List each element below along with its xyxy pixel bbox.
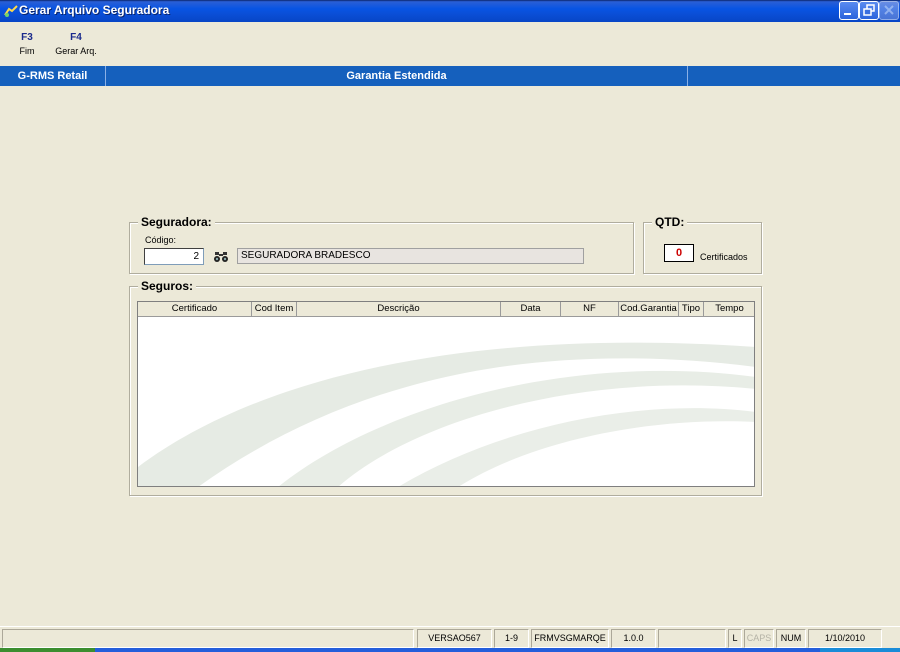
qtd-value: 0	[664, 244, 694, 262]
status-empty	[658, 629, 726, 648]
seguradora-title: Seguradora:	[138, 215, 215, 229]
column-header[interactable]: Descrição	[297, 302, 501, 317]
close-button[interactable]	[879, 1, 899, 20]
status-num: NUM	[776, 629, 806, 648]
exit-tool-button[interactable]: F3 Fim	[14, 32, 40, 56]
status-l: L	[728, 629, 742, 648]
f4-key-label: F4	[70, 32, 82, 43]
column-header[interactable]: Data	[501, 302, 561, 317]
background-watermark	[138, 342, 754, 486]
codigo-input[interactable]: 2	[144, 248, 204, 265]
window-title: Gerar Arquivo Seguradora	[19, 3, 170, 17]
qtd-group: QTD: 0 Certificados	[643, 215, 762, 274]
toolbar: F3 Fim F4 Gerar Arq.	[0, 22, 900, 66]
minimize-button[interactable]	[839, 1, 859, 20]
exit-label: Fim	[19, 46, 35, 56]
binoculars-icon	[214, 252, 228, 262]
qtd-title: QTD:	[652, 215, 688, 229]
codigo-label: Código:	[145, 235, 177, 245]
generate-file-tool-button[interactable]: F4 Gerar Arq.	[50, 32, 102, 56]
status-range: 1-9	[494, 629, 529, 648]
column-header[interactable]: Tempo	[704, 302, 754, 317]
certificados-label: Certificados	[700, 252, 748, 262]
seguros-group: Seguros: Certificado Cod Item Descrição …	[129, 279, 762, 496]
seguros-table[interactable]: Certificado Cod Item Descrição Data NF C…	[137, 301, 755, 487]
app-name: G-RMS Retail	[0, 66, 106, 86]
search-button[interactable]	[212, 248, 230, 265]
column-header[interactable]: Cod.Garantia	[619, 302, 679, 317]
screen-title: Garantia Estendida	[106, 66, 688, 86]
restore-button[interactable]	[859, 1, 879, 20]
status-form-name: FRMVSGMARQE	[531, 629, 609, 648]
column-header[interactable]: Cod Item	[252, 302, 297, 317]
column-header[interactable]: Tipo	[679, 302, 704, 317]
status-date: 1/10/2010	[808, 629, 882, 648]
f3-key-label: F3	[21, 32, 33, 43]
table-header: Certificado Cod Item Descrição Data NF C…	[138, 302, 754, 317]
status-caps: CAPS	[744, 629, 774, 648]
status-message	[2, 629, 414, 648]
column-header[interactable]: NF	[561, 302, 619, 317]
status-version: VERSAO567	[417, 629, 492, 648]
app-icon	[3, 3, 19, 19]
status-build: 1.0.0	[611, 629, 656, 648]
title-bar[interactable]: Gerar Arquivo Seguradora	[0, 0, 900, 22]
column-header[interactable]: Certificado	[138, 302, 252, 317]
taskbar-edge	[0, 648, 900, 652]
seguradora-name-field: SEGURADORA BRADESCO	[237, 248, 584, 264]
seguros-title: Seguros:	[138, 279, 197, 293]
header-bar: G-RMS Retail Garantia Estendida	[0, 66, 900, 86]
generate-file-label: Gerar Arq.	[55, 46, 97, 56]
seguradora-group: Seguradora: Código: 2 SEGURADORA BRADESC…	[129, 215, 634, 274]
